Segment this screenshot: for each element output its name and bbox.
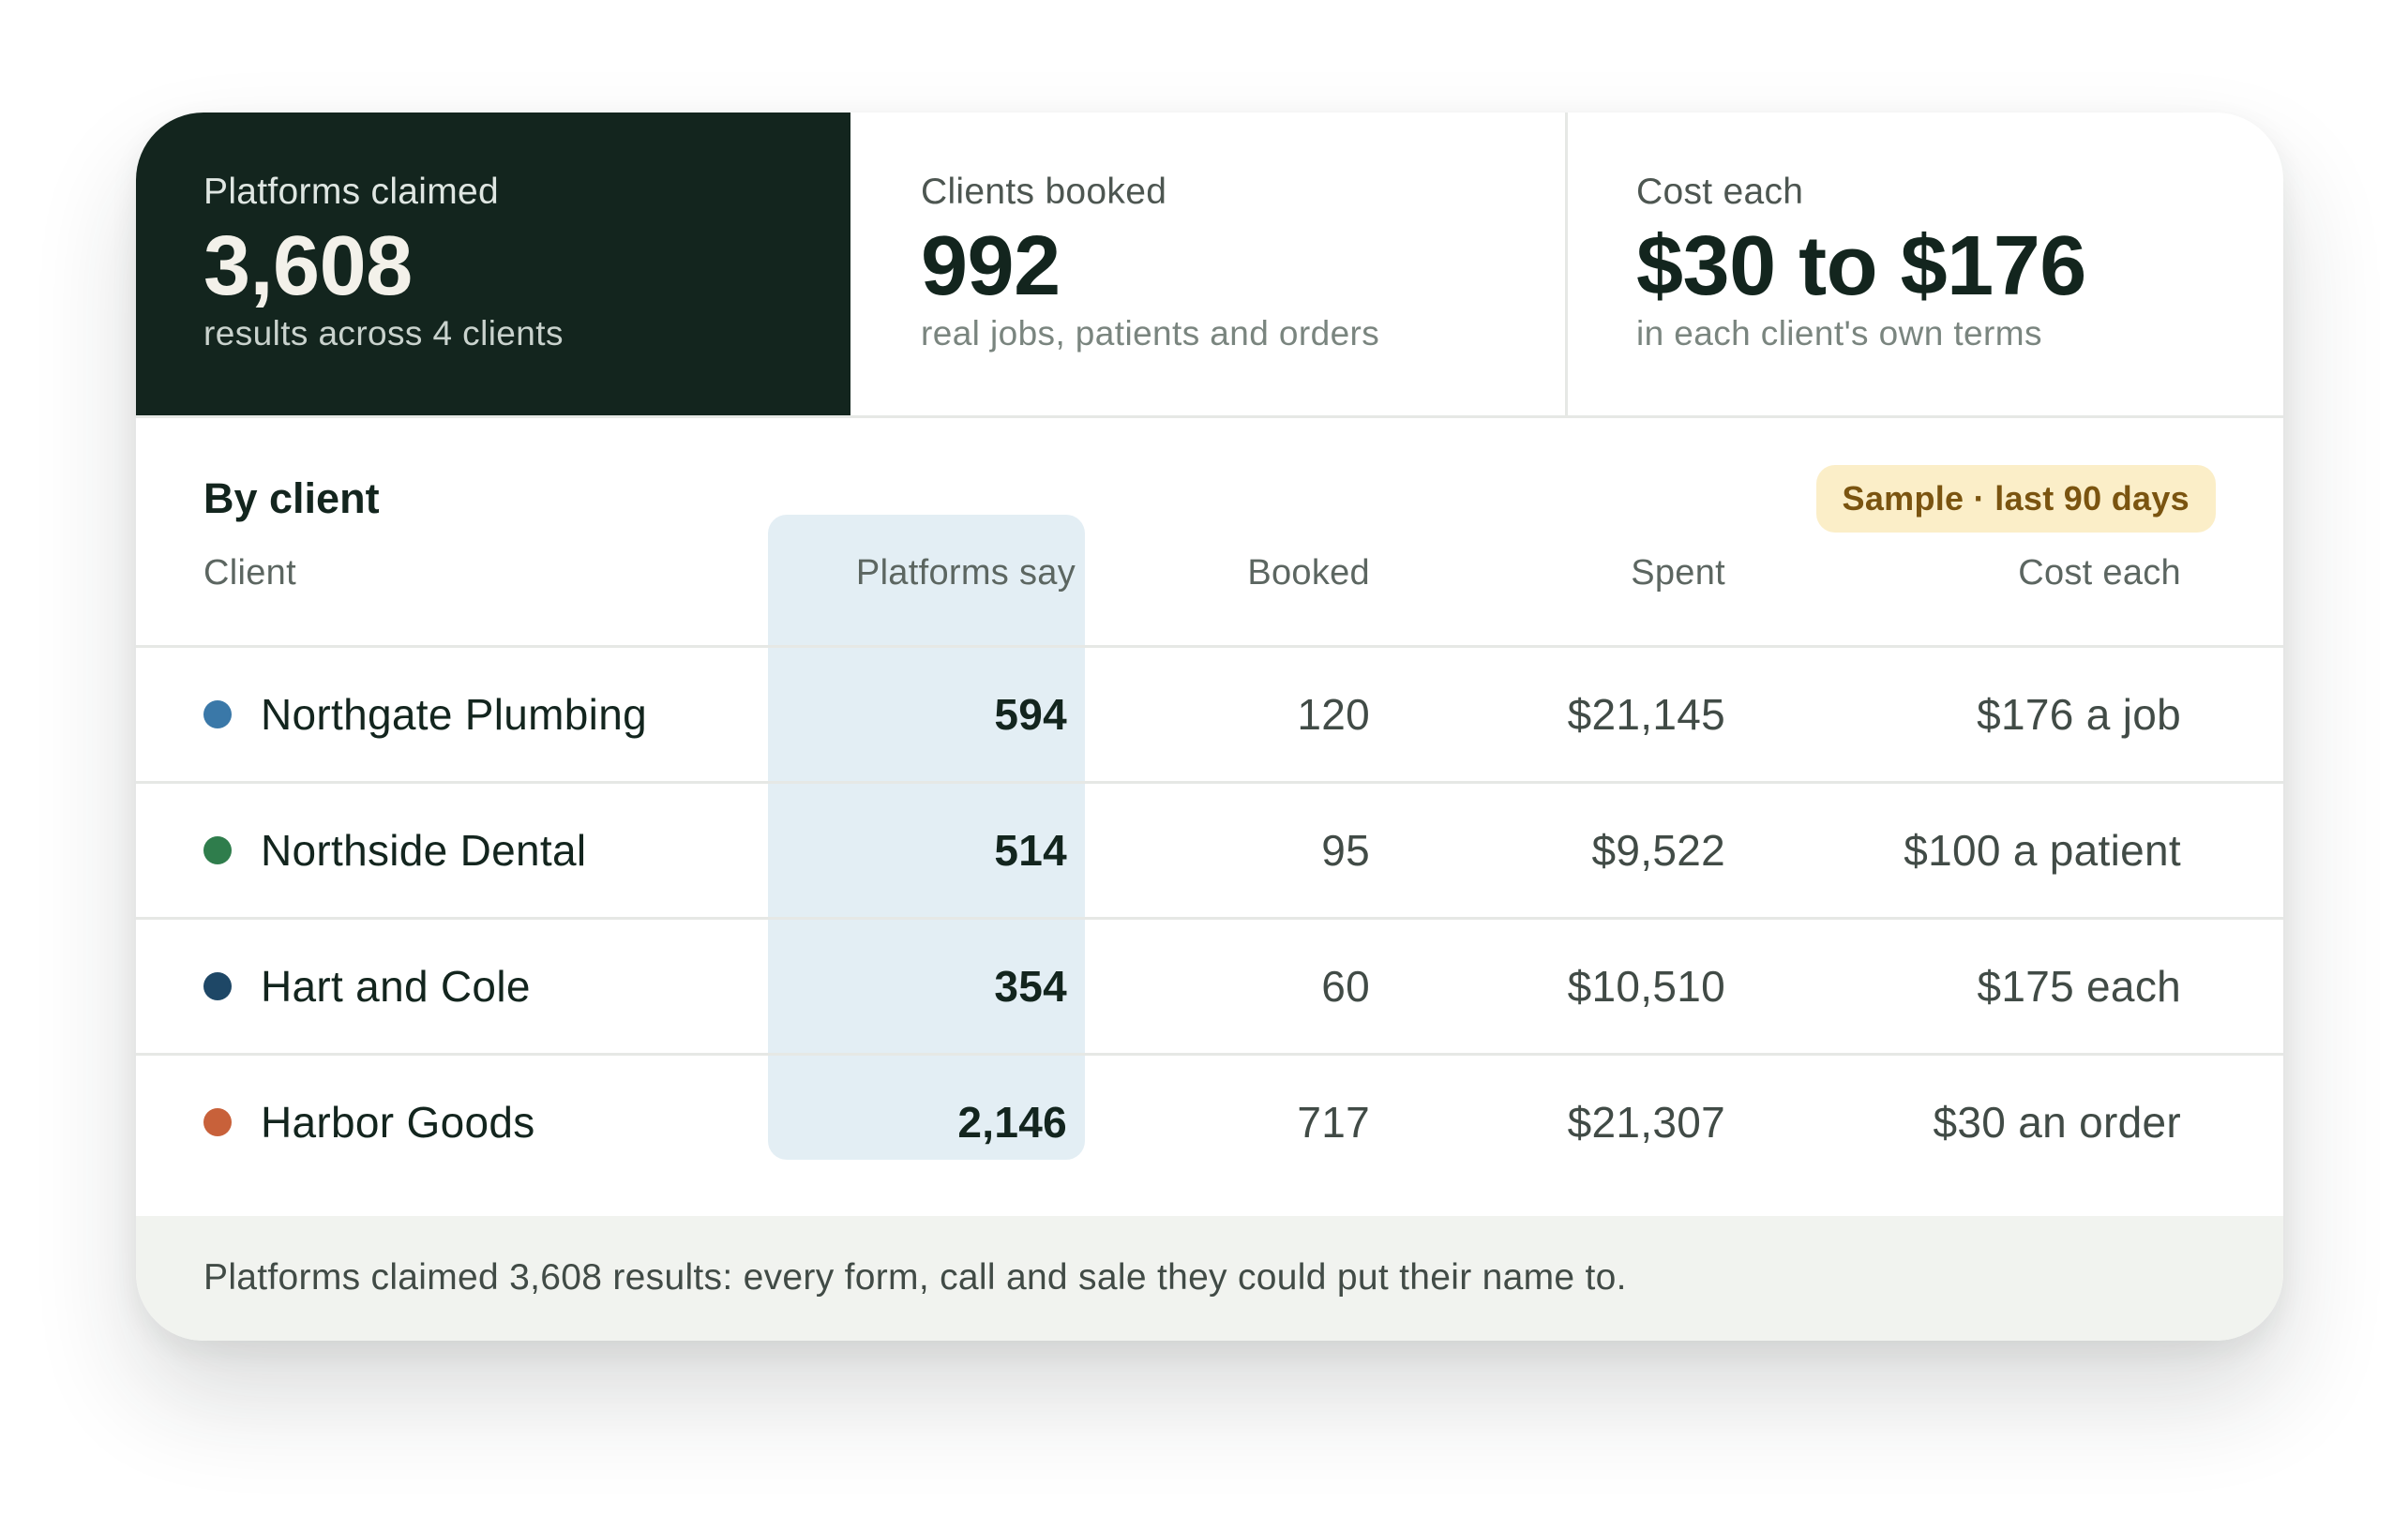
spent-value: $10,510 — [1567, 962, 1725, 1011]
spent-value: $21,307 — [1567, 1098, 1725, 1147]
client-cell: Northside Dental — [203, 784, 586, 917]
stat-cost-each: Cost each $30 to $176 in each client's o… — [1568, 113, 2283, 415]
booked-value: 717 — [1297, 1098, 1370, 1147]
stat-platforms-claimed: Platforms claimed 3,608 results across 4… — [136, 113, 850, 415]
platforms-say-value: 2,146 — [957, 1098, 1067, 1147]
stat-label: Cost each — [1636, 172, 1804, 212]
summary-card: Platforms claimed 3,608 results across 4… — [136, 113, 2283, 1341]
header-spent: Spent — [1631, 553, 1725, 593]
client-name: Harbor Goods — [261, 1098, 535, 1147]
client-name: Northside Dental — [261, 826, 587, 875]
client-color-dot — [203, 972, 232, 1000]
client-cell: Northgate Plumbing — [203, 648, 647, 781]
table-row: Harbor Goods 2,146 717 $21,307 $30 an or… — [136, 1056, 2283, 1189]
header-cost-each: Cost each — [2018, 553, 2181, 593]
platforms-say-value: 354 — [994, 962, 1067, 1011]
stat-subtext: real jobs, patients and orders — [921, 314, 1380, 353]
client-color-dot — [203, 700, 232, 728]
client-name: Northgate Plumbing — [261, 690, 647, 739]
sample-period-badge: Sample · last 90 days — [1815, 465, 2216, 533]
table-row: Northgate Plumbing 594 120 $21,145 $176 … — [136, 648, 2283, 784]
table-row: Hart and Cole 354 60 $10,510 $175 each — [136, 920, 2283, 1056]
stat-value: 992 — [921, 219, 1061, 313]
cost-each-value: $100 a patient — [1904, 826, 2181, 875]
header-platforms-say: Platforms say — [855, 553, 1076, 593]
stat-value: 3,608 — [203, 219, 413, 313]
table-row: Northside Dental 514 95 $9,522 $100 a pa… — [136, 784, 2283, 920]
cost-each-value: $30 an order — [1933, 1098, 2181, 1147]
stat-value: $30 to $176 — [1636, 219, 2086, 313]
stat-label: Clients booked — [921, 172, 1167, 212]
platforms-say-value: 514 — [994, 826, 1067, 875]
stats-row: Platforms claimed 3,608 results across 4… — [136, 113, 2283, 418]
platforms-say-value: 594 — [994, 690, 1067, 739]
client-color-dot — [203, 836, 232, 864]
client-color-dot — [203, 1108, 232, 1136]
booked-value: 60 — [1321, 962, 1370, 1011]
stat-subtext: in each client's own terms — [1636, 314, 2042, 353]
client-cell: Harbor Goods — [203, 1056, 535, 1189]
cost-each-value: $175 each — [1977, 962, 2181, 1011]
spent-value: $9,522 — [1591, 826, 1725, 875]
stat-clients-booked: Clients booked 992 real jobs, patients a… — [850, 113, 1568, 415]
client-table: Client Platforms say Booked Spent Cost e… — [136, 515, 2283, 1189]
section-header: By client Sample · last 90 days — [136, 418, 2283, 549]
section-title: By client — [203, 474, 380, 522]
cost-each-value: $176 a job — [1977, 690, 2181, 739]
footer-note: Platforms claimed 3,608 results: every f… — [136, 1216, 2283, 1341]
header-client: Client — [203, 553, 296, 593]
spent-value: $21,145 — [1567, 690, 1725, 739]
client-name: Hart and Cole — [261, 962, 531, 1011]
stat-subtext: results across 4 clients — [203, 314, 564, 353]
booked-value: 95 — [1321, 826, 1370, 875]
header-booked: Booked — [1247, 553, 1370, 593]
client-cell: Hart and Cole — [203, 920, 531, 1053]
booked-value: 120 — [1297, 690, 1370, 739]
stat-label: Platforms claimed — [203, 172, 500, 212]
table-header: Client Platforms say Booked Spent Cost e… — [136, 549, 2283, 648]
